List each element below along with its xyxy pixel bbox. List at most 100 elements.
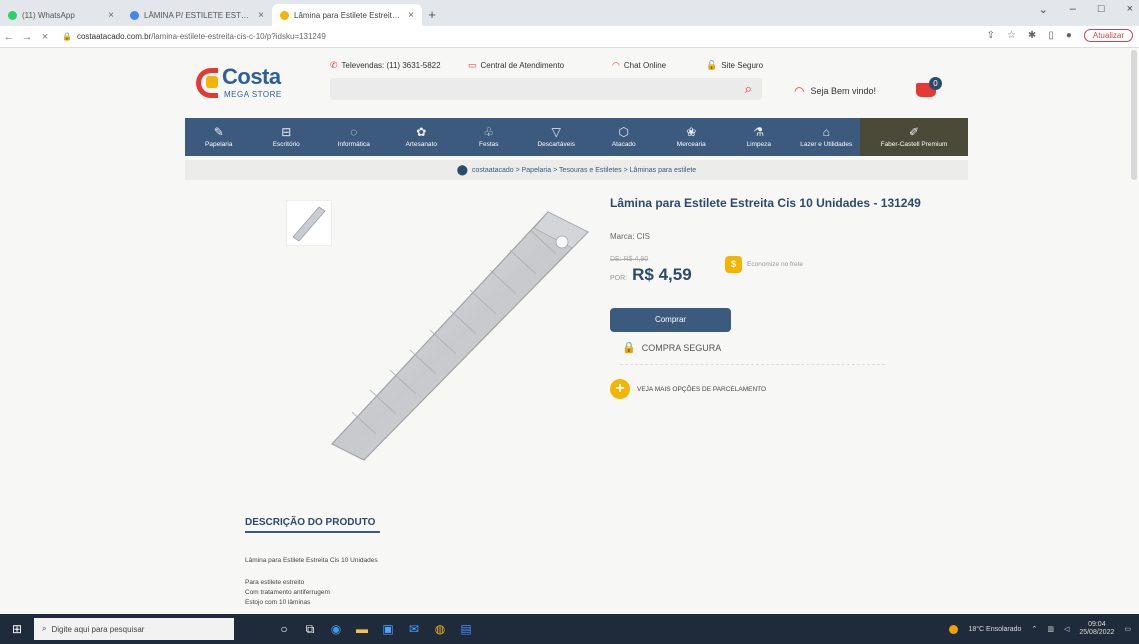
menu-item-informatica[interactable]: ◌ Informática [320,118,388,156]
share-icon[interactable]: ⇪ [987,30,995,41]
account-link[interactable]: ◠ Seja Bem vindo! [794,84,876,98]
menu-label: Papelaria [205,141,233,148]
back-icon[interactable]: ← [0,31,18,43]
close-window-icon[interactable]: × [1127,3,1133,16]
menu-item-faber-castell[interactable]: ✐ Faber-Castell Premium [860,118,968,156]
star-icon[interactable]: ☆ [1007,30,1016,41]
search-icon[interactable]: ⌕ [745,81,752,97]
menu-item-lazer[interactable]: ⌂ Lazer e Utilidades [793,118,861,156]
search-icon: ⌕ [42,624,47,633]
menu-item-limpeza[interactable]: ⚗ Limpeza [725,118,793,156]
product-brand[interactable]: Marca: CIS [610,232,650,241]
store-icon[interactable]: ▣ [378,619,398,639]
chat-online-link[interactable]: ◠ Chat Online [612,60,666,71]
taskbar: ⊞ ⌕ Digite aqui para pesquisar ○ ⧉ ◉ ▬ ▣… [0,614,1139,644]
taskbar-search[interactable]: ⌕ Digite aqui para pesquisar [34,618,234,640]
price-row: POR: R$ 4,59 [610,265,692,285]
clock-date: 25/08/2022 [1079,629,1115,636]
pencil-icon: ✎ [213,125,224,139]
teams-icon[interactable]: ▤ [456,619,476,639]
atendimento-text: Central de Atendimento [480,61,565,70]
minimize-icon[interactable]: – [1070,3,1076,16]
menu-label: Descartáveis [537,141,576,148]
breadcrumb-text[interactable]: costaatacado > Papelaria > Tesouras e Es… [472,167,696,174]
cortana-icon[interactable]: ○ [274,619,294,639]
tent-icon: ⌂ [822,125,830,139]
description-title: DESCRIÇÃO DO PRODUTO [245,517,376,528]
whatsapp-icon [8,10,17,20]
menu-item-artesanato[interactable]: ✿ Artesanato [388,118,456,156]
weather-text[interactable]: 18°C Ensolarado [968,626,1021,633]
new-tab-icon[interactable]: + [422,4,442,26]
site-seguro-link[interactable]: 🔓 Site Seguro [706,60,763,71]
url-field[interactable]: 🔒 costaatacado.com.br/lamina-estilete-es… [62,32,326,41]
mouse-icon: ◌ [350,125,358,139]
browser-tab-whatsapp[interactable]: (11) WhatsApp × [0,4,122,26]
plus-icon: + [610,379,630,399]
maximize-icon[interactable]: □ [1098,3,1105,16]
network-icon[interactable]: ▥ [1047,625,1054,633]
shipping-info: $ Economize no frete [725,256,807,273]
file-explorer-icon[interactable]: ▬ [352,619,372,639]
buy-button[interactable]: Comprar [610,308,731,332]
windows-start-icon[interactable]: ⊞ [0,622,34,636]
clock[interactable]: 09:04 25/08/2022 [1079,621,1114,637]
menu-item-descartaveis[interactable]: ▽ Descartáveis [523,118,591,156]
menu-item-atacado[interactable]: ⬡ Atacado [590,118,658,156]
close-tab-icon[interactable]: × [258,10,264,21]
welcome-text: Seja Bem vindo! [810,86,877,96]
product-price: R$ 4,59 [632,265,692,284]
chevron-down-icon[interactable]: ⌄ [1039,3,1048,16]
browser-tab-product[interactable]: Lâmina para Estilete Estreita Cis × [272,4,422,26]
menu-item-festas[interactable]: ♧ Festas [455,118,523,156]
google-icon [130,10,139,20]
weather-icon [949,624,959,634]
forward-icon[interactable]: → [18,31,36,43]
menu-label: Festas [478,141,499,148]
chrome-icon[interactable]: ◍ [430,619,450,639]
list-item: Para estilete estreito [245,579,305,586]
update-button[interactable]: Atualizar [1083,29,1133,42]
menu-item-mercearia[interactable]: ❀ Mercearia [658,118,726,156]
menu-item-papelaria[interactable]: ✎ Papelaria [185,118,253,156]
list-item: Com tratamento antiferrugem [245,589,330,596]
user-icon: ◠ [794,84,805,98]
close-tab-icon[interactable]: × [108,10,114,21]
close-tab-icon[interactable]: × [408,10,414,21]
taskbar-search-placeholder: Digite aqui para pesquisar [51,624,145,634]
chat-bubble-icon: ▭ [468,60,477,70]
product-image [320,208,590,468]
notification-icon[interactable]: ▭ [1124,625,1131,633]
page-scrollbar[interactable] [1131,50,1137,180]
stapler-icon: ⊟ [281,125,292,139]
tab-label: LÂMINA P/ ESTILETE ESTREITA - [144,10,253,20]
url-domain: costaatacado.com.br [76,32,152,41]
padlock-icon: 🔓 [706,60,718,70]
extensions-icon[interactable]: ✱ [1028,30,1036,41]
search-input[interactable]: ⌕ [330,78,762,100]
task-view-icon[interactable]: ⧉ [300,619,320,639]
menu-item-escritorio[interactable]: ⊟ Escritório [253,118,321,156]
site-seguro-text: Site Seguro [721,61,764,70]
description-intro: Lâmina para Estilete Estreita Cis 10 Uni… [245,557,378,564]
spray-icon: ⚗ [753,125,765,139]
site-logo[interactable]: Costa MEGA STORE [196,62,306,102]
menu-label: Lazer e Utilidades [800,141,853,148]
browser-tab-google[interactable]: LÂMINA P/ ESTILETE ESTREITA - × [122,4,272,26]
atendimento-link[interactable]: ▭ Central de Atendimento [468,60,564,71]
browser-tabbar: (11) WhatsApp × LÂMINA P/ ESTILETE ESTRE… [0,0,1139,26]
televendas-link[interactable]: ✆ Televendas: (11) 3631-5822 [330,60,441,71]
secure-text: COMPRA SEGURA [641,342,722,353]
product-title: Lâmina para Estilete Estreita Cis 10 Uni… [610,196,921,210]
menu-label: Mercearia [676,141,706,148]
edge-icon[interactable]: ◉ [326,619,346,639]
cart-button[interactable]: 0 [914,77,944,103]
tab-label: Lâmina para Estilete Estreita Cis [294,10,404,20]
stop-icon[interactable]: × [36,31,54,43]
mail-icon[interactable]: ✉ [404,619,424,639]
volume-icon[interactable]: ◁ [1064,625,1069,633]
sidebar-icon[interactable]: ▯ [1048,30,1054,41]
chevron-up-icon[interactable]: ⌃ [1031,625,1037,633]
profile-icon[interactable]: ● [1066,30,1072,41]
installments-link[interactable]: + VEJA MAIS OPÇÕES DE PARCELAMENTO [610,379,766,399]
